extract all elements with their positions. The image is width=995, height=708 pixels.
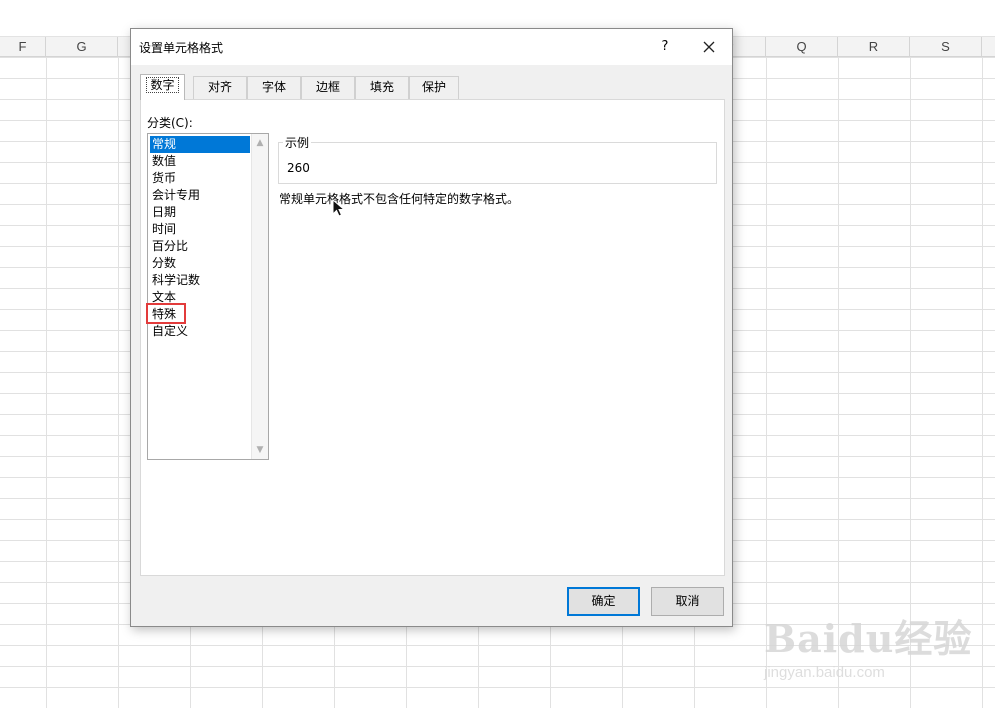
tab-label: 对齐 <box>207 80 232 94</box>
grid-column-line <box>118 57 119 708</box>
category-item-accounting[interactable]: 会计专用 <box>150 187 250 204</box>
baidu-watermark: Baidu经验 jingyan.baidu.com <box>752 598 992 698</box>
dialog-titlebar[interactable]: 设置单元格格式 ? <box>131 29 732 65</box>
category-list[interactable]: 常规 数值 货币 会计专用 日期 时间 百分比 分数 科学记数 文本 特殊 自定… <box>147 133 269 460</box>
grid-column-line <box>46 57 47 708</box>
category-item-currency[interactable]: 货币 <box>150 170 250 187</box>
format-description: 常规单元格格式不包含任何特定的数字格式。 <box>279 192 520 206</box>
category-item-fraction[interactable]: 分数 <box>150 255 250 272</box>
watermark-logo-text: Baidu经验 <box>764 616 973 661</box>
sample-group: 示例 260 <box>278 134 717 184</box>
sample-title: 示例 <box>283 134 312 151</box>
column-header-f[interactable]: F <box>0 37 46 57</box>
category-item-custom[interactable]: 自定义 <box>150 323 250 340</box>
tab-label: 数字 <box>146 77 179 93</box>
category-label: 分类(C): <box>147 116 193 130</box>
tab-label: 填充 <box>369 80 394 94</box>
tab-label: 字体 <box>261 80 286 94</box>
tab-protection[interactable]: 保护 <box>409 76 459 99</box>
help-button[interactable]: ? <box>647 33 683 61</box>
tab-border[interactable]: 边框 <box>301 76 355 99</box>
category-item-scientific[interactable]: 科学记数 <box>150 272 250 289</box>
close-icon <box>703 41 715 53</box>
tab-alignment[interactable]: 对齐 <box>193 76 247 99</box>
scroll-down-icon[interactable]: ▼ <box>252 442 268 458</box>
format-cells-dialog: 设置单元格格式 ? 数字 对齐 字体 边框 填充 保护 分类(C): 常规 数值… <box>130 28 733 627</box>
category-item-number[interactable]: 数值 <box>150 153 250 170</box>
column-header-s[interactable]: S <box>910 37 982 57</box>
sample-value: 260 <box>287 161 310 175</box>
watermark-url: jingyan.baidu.com <box>764 664 885 681</box>
tab-number[interactable]: 数字 <box>140 74 185 100</box>
ok-button[interactable]: 确定 <box>567 587 640 616</box>
mouse-cursor-icon <box>332 199 346 217</box>
cancel-button[interactable]: 取消 <box>651 587 724 616</box>
category-list-scrollbar[interactable]: ▲ ▼ <box>251 134 268 459</box>
column-header-g[interactable]: G <box>46 37 118 57</box>
category-item-time[interactable]: 时间 <box>150 221 250 238</box>
category-item-date[interactable]: 日期 <box>150 204 250 221</box>
column-header-q[interactable]: Q <box>766 37 838 57</box>
tab-label: 边框 <box>315 80 340 94</box>
category-item-general[interactable]: 常规 <box>150 136 250 153</box>
scroll-up-icon[interactable]: ▲ <box>252 135 268 151</box>
number-tab-panel: 分类(C): 常规 数值 货币 会计专用 日期 时间 百分比 分数 科学记数 文… <box>140 99 725 576</box>
category-item-percentage[interactable]: 百分比 <box>150 238 250 255</box>
tab-fill[interactable]: 填充 <box>355 76 409 99</box>
tab-font[interactable]: 字体 <box>247 76 301 99</box>
annotation-highlight-box <box>146 303 186 324</box>
tab-label: 保护 <box>421 80 446 94</box>
close-button[interactable] <box>691 33 727 61</box>
column-header-r[interactable]: R <box>838 37 910 57</box>
dialog-title: 设置单元格格式 <box>139 41 224 55</box>
